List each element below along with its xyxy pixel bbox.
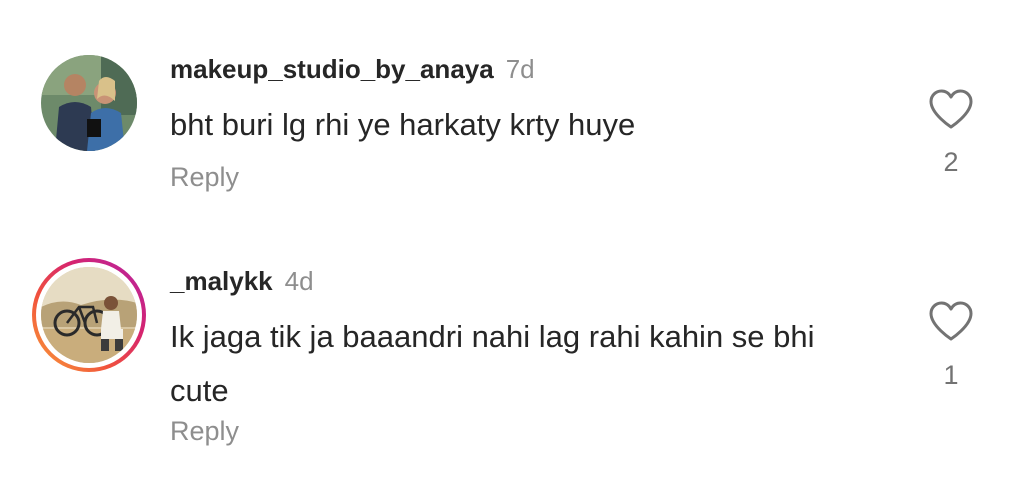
reply-button[interactable]: Reply (170, 162, 239, 193)
comment-item: _malykk 4d Ik jaga tik ja baaandri nahi l… (0, 240, 1024, 501)
comment-text: Ik jaga tik ja baaandri nahi lag rahi ka… (170, 319, 815, 408)
comment-text: bht buri lg rhi ye harkaty krty huye (170, 107, 636, 142)
avatar-photo (41, 267, 137, 363)
reply-button[interactable]: Reply (170, 416, 239, 447)
avatar[interactable] (41, 267, 137, 363)
heart-outline-icon[interactable] (928, 88, 974, 130)
like-count: 1 (943, 360, 959, 390)
avatar[interactable] (41, 55, 137, 151)
comment-username[interactable]: makeup_studio_by_anaya 7d (170, 54, 535, 85)
comment-item: makeup_studio_by_anaya 7d bht buri lg rhi… (0, 0, 1024, 230)
heart-outline-icon[interactable] (928, 300, 974, 342)
comment-username[interactable]: _malykk 4d (170, 266, 314, 297)
username-text[interactable]: _malykk (170, 266, 273, 296)
like-count: 2 (943, 147, 959, 177)
avatar-photo (41, 55, 137, 151)
comment-timestamp: 4d (284, 266, 314, 296)
comment-timestamp: 7d (505, 54, 535, 84)
username-text[interactable]: makeup_studio_by_anaya (170, 54, 494, 84)
